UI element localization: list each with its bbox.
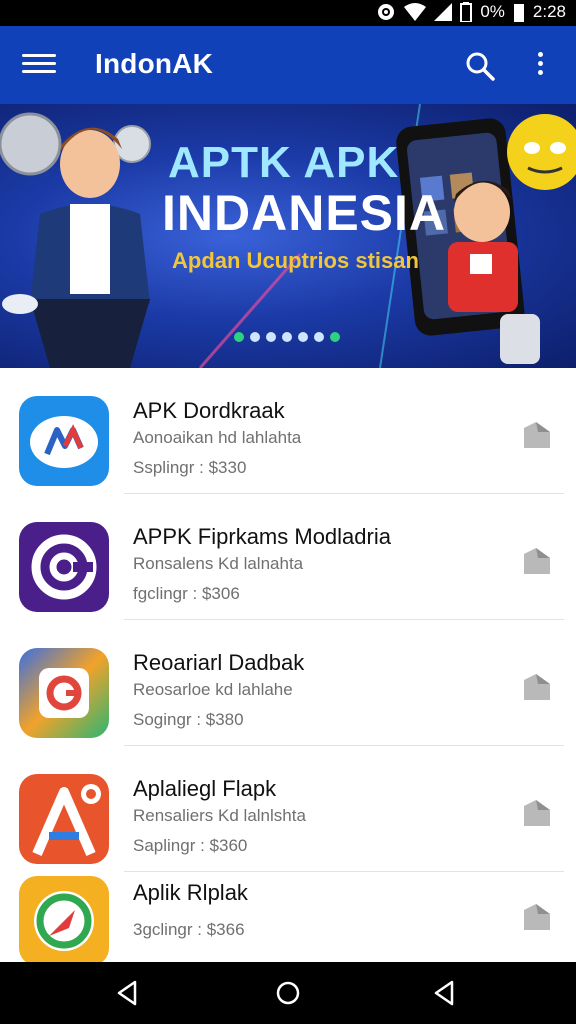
home-icon[interactable] (271, 976, 305, 1010)
app-price: Sogingr : $380 (133, 710, 244, 729)
carousel-dot[interactable] (330, 332, 340, 342)
download-icon[interactable] (520, 900, 554, 934)
battery-icon (460, 2, 473, 22)
more-vert-icon (537, 52, 543, 57)
download-icon[interactable] (520, 670, 554, 704)
app-price: 3gclingr : $366 (133, 920, 245, 939)
banner-title-line2: INDANESIA (162, 185, 447, 241)
status-icons: 0% 2:28 (376, 2, 566, 22)
clock: 2:28 (532, 2, 566, 21)
back-icon[interactable] (111, 976, 145, 1010)
a-logo-icon[interactable] (19, 774, 109, 864)
app-name: Aplik Rlplak (133, 880, 248, 905)
download-icon[interactable] (520, 796, 554, 830)
more-vert-dot (537, 61, 543, 66)
g-logo-icon[interactable] (19, 648, 109, 738)
at-sign-icon[interactable] (19, 522, 109, 612)
app-description: Rensaliers Kd lalnlshta (133, 806, 306, 825)
battery-percent: 0% (480, 2, 505, 21)
carousel-dot[interactable] (282, 332, 292, 342)
banner-title-line1: APTK APK (168, 138, 400, 187)
app-name: APK Dordkraak (133, 398, 285, 423)
emoji-illustration (507, 114, 576, 190)
wifi-icon (404, 3, 427, 21)
app-description: Reosarloe kd lahlahe (133, 680, 293, 699)
menu-icon-bar (22, 70, 56, 73)
notification-icon (378, 4, 395, 20)
menu-button[interactable] (22, 50, 56, 80)
signal-icon (434, 3, 453, 21)
list-item[interactable]: Reoariarl Dadbak Reosarloe kd lahlahe Sogi… (0, 620, 576, 746)
app-description: Aonoaikan hd lahlahta (133, 428, 302, 447)
status-bar: 0% 2:28 (0, 0, 576, 26)
data-saver-icon (513, 4, 524, 22)
navigation-bar (0, 962, 576, 1024)
more-vert-dot (537, 70, 543, 75)
app-price: Saplingr : $360 (133, 836, 248, 855)
recents-icon[interactable] (428, 976, 462, 1010)
app-bar: IndonAK (0, 26, 576, 104)
menu-icon-bar (22, 62, 56, 65)
carousel-dot[interactable] (314, 332, 324, 342)
carousel-dot[interactable] (298, 332, 308, 342)
download-icon[interactable] (520, 544, 554, 578)
compass-icon[interactable] (19, 876, 109, 966)
chart-icon[interactable] (19, 396, 109, 486)
app-description: Ronsalens Kd lalnahta (133, 554, 304, 573)
list-item[interactable]: Aplaliegl Flapk Rensaliers Kd lalnlshta Sa… (0, 746, 576, 872)
list-item[interactable]: APK Dordkraak Aonoaikan hd lahlahta Ssplin… (0, 368, 576, 494)
list-item[interactable]: APPK Fiprkams Modladria Ronsalens Kd laln… (0, 494, 576, 620)
search-icon[interactable] (462, 48, 498, 84)
carousel-indicator[interactable] (234, 332, 340, 342)
coin-icon (0, 112, 62, 176)
carousel-dot[interactable] (250, 332, 260, 342)
carousel-dot[interactable] (266, 332, 276, 342)
app-name: Reoariarl Dadbak (133, 650, 305, 675)
app-price: Ssplingr : $330 (133, 458, 247, 477)
promo-banner[interactable]: APTK APK INDANESIA Apdan Ucuptrios stisa… (0, 104, 576, 368)
menu-icon (22, 54, 56, 57)
carousel-dot[interactable] (234, 332, 244, 342)
more-options-button[interactable] (528, 48, 552, 84)
app-price: fgclingr : $306 (133, 584, 240, 603)
app-name: Aplaliegl Flapk (133, 776, 277, 801)
download-icon[interactable] (520, 418, 554, 452)
character-illustration-right (448, 180, 540, 364)
banner-subtitle: Apdan Ucuptrios stisan (172, 248, 419, 273)
app-name: APPK Fiprkams Modladria (133, 524, 391, 549)
app-title: IndonAK (95, 48, 214, 79)
